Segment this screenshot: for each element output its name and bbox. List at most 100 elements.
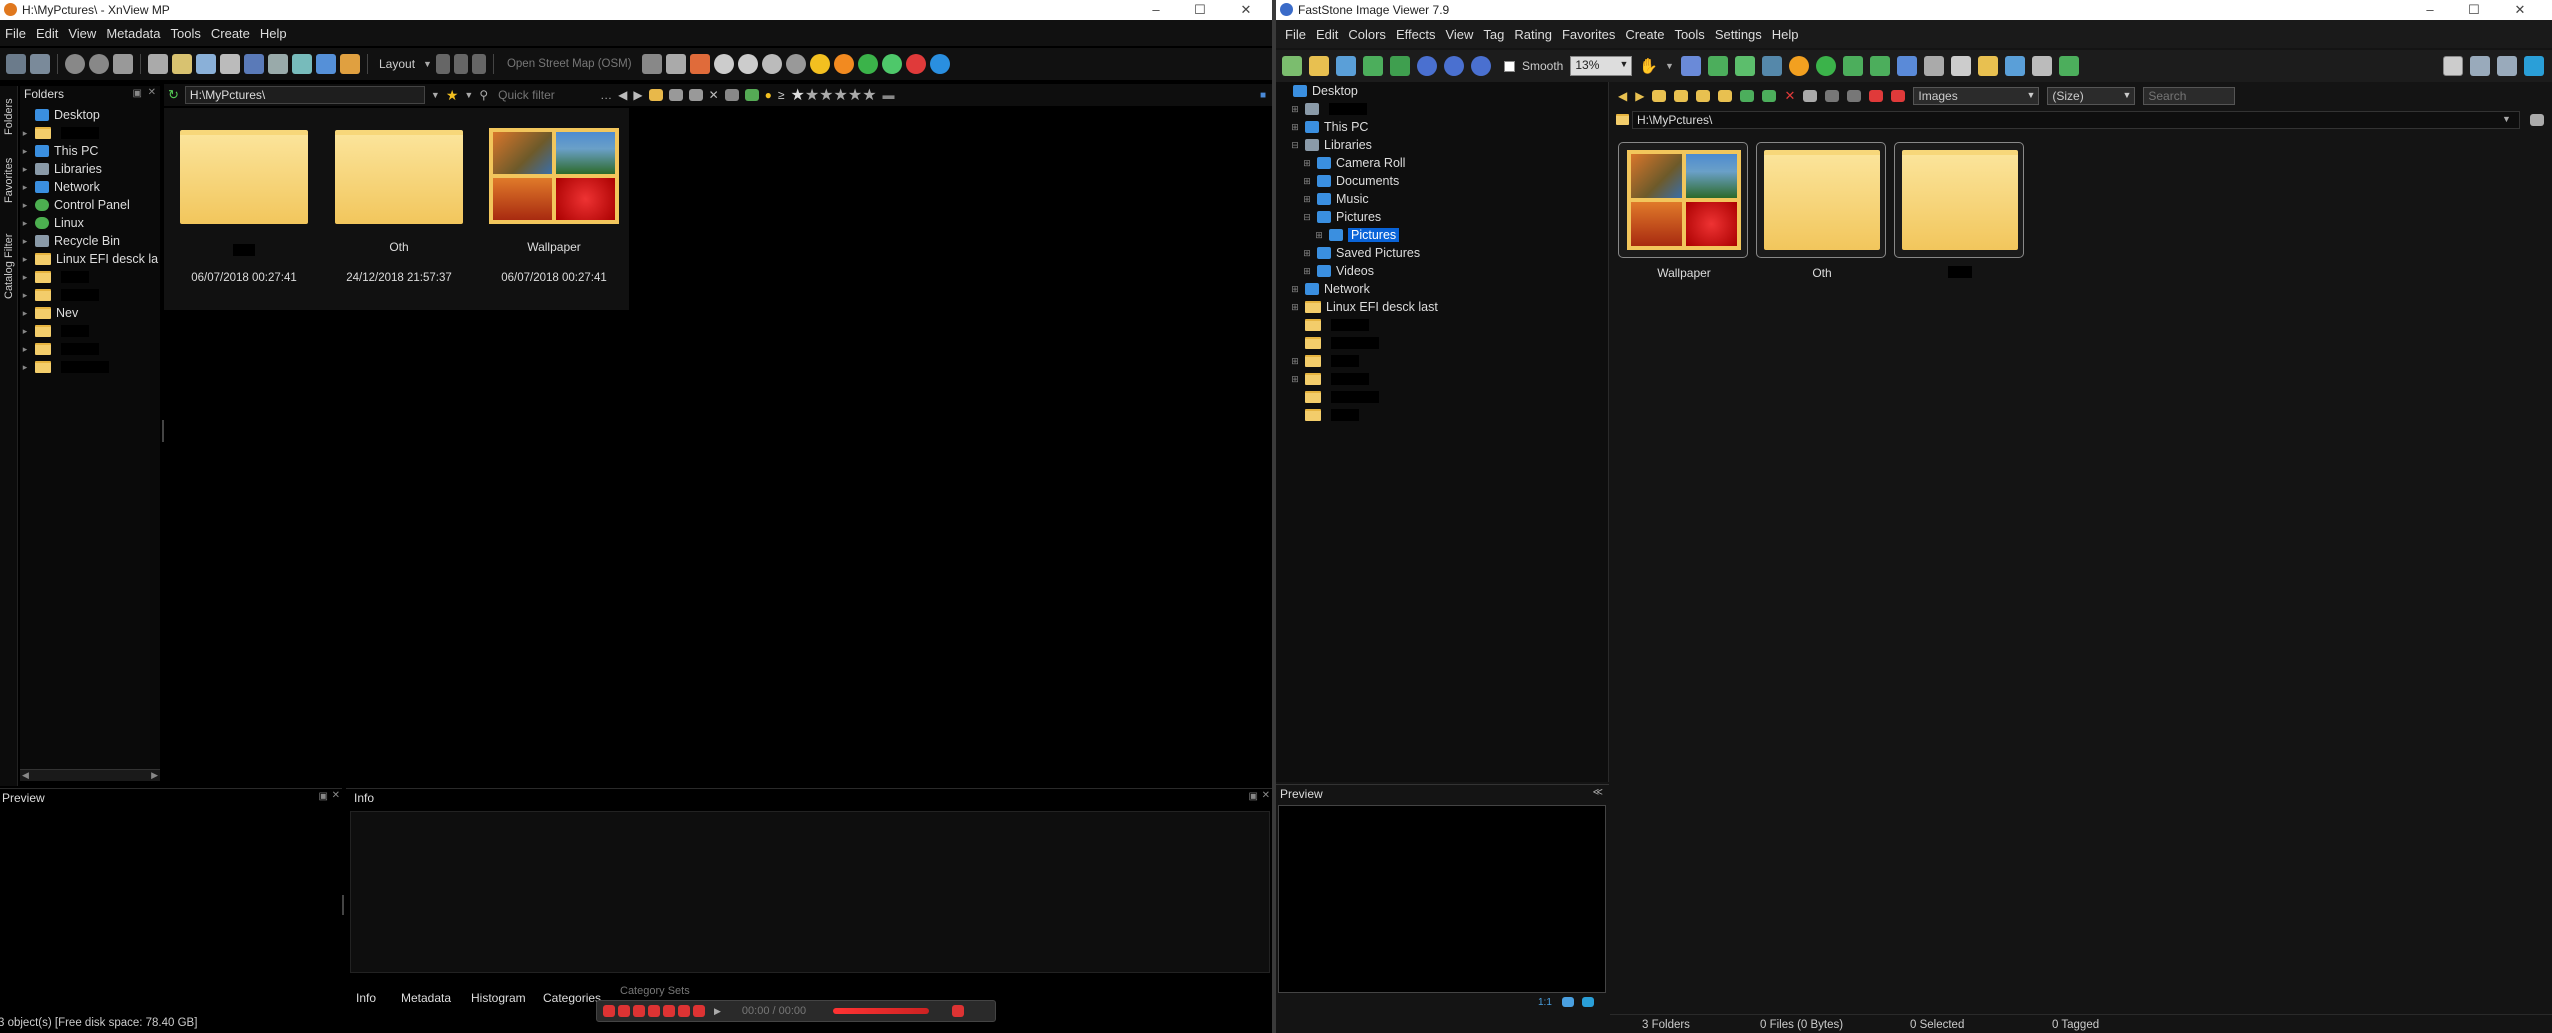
layout-3-icon[interactable]	[2497, 56, 2517, 76]
tree-item[interactable]: Desktop	[1278, 82, 1358, 100]
expand-toggle-icon[interactable]: ⊞	[1302, 248, 1312, 259]
expand-toggle-icon[interactable]: ▸	[20, 326, 30, 337]
tree-item[interactable]: ⊞ Linux EFI desck last	[1290, 298, 1438, 316]
pause-icon[interactable]	[618, 1005, 630, 1017]
thumbnail-item[interactable]: Wallpaper 06/07/2018 00:27:41	[484, 116, 624, 296]
expand-toggle-icon[interactable]: ⊞	[1290, 374, 1300, 385]
tree-item[interactable]: ⊞ Videos	[1302, 262, 1374, 280]
tag-orange-icon[interactable]	[833, 54, 854, 74]
menu-file[interactable]: File	[1280, 26, 1311, 42]
collapse-icon[interactable]: ≪	[1593, 787, 1603, 798]
horizontal-scrollbar[interactable]: ◀ ▶	[20, 769, 160, 781]
tree-item[interactable]: ▸ Linux	[20, 214, 84, 232]
menu-tools[interactable]: Tools	[166, 25, 206, 41]
tree-item[interactable]: ⊞	[1290, 370, 1369, 388]
copy-to-icon[interactable]	[1696, 90, 1711, 102]
move-icon[interactable]	[172, 54, 192, 74]
menu-help[interactable]: Help	[1767, 26, 1804, 42]
rotate-left-icon[interactable]	[1842, 56, 1863, 76]
expand-toggle-icon[interactable]: ⊞	[1290, 356, 1300, 367]
layout-2-icon[interactable]	[2470, 56, 2490, 76]
menu-tag[interactable]: Tag	[1478, 26, 1509, 42]
menu-create[interactable]: Create	[1620, 26, 1669, 42]
zoom-out-icon[interactable]	[737, 54, 758, 74]
expand-toggle-icon[interactable]: ⊞	[1290, 284, 1300, 295]
quick-filter-input[interactable]	[494, 86, 595, 104]
browse-icon[interactable]	[6, 54, 26, 74]
tag-blue-icon[interactable]	[929, 54, 950, 74]
tree-item[interactable]: ▸ Recycle Bin	[20, 232, 120, 250]
favorite-icon[interactable]	[1740, 90, 1755, 102]
tree-item[interactable]: ▸ Control Panel	[20, 196, 130, 214]
menu-edit[interactable]: Edit	[31, 25, 63, 41]
thumbnail-item[interactable]: Wallpaper	[1618, 142, 1750, 290]
compare-icon[interactable]	[1896, 56, 1917, 76]
more-icon[interactable]: …	[600, 88, 612, 102]
zoom-ratio-label[interactable]: 1:1	[1538, 997, 1552, 1008]
wallpaper-icon[interactable]	[1977, 56, 1998, 76]
zoom-fit-icon[interactable]	[761, 54, 782, 74]
sort-select[interactable]: (Size) ▼	[2047, 87, 2136, 105]
menu-rating[interactable]: Rating	[1509, 26, 1557, 42]
expand-toggle-icon[interactable]: ⊞	[1302, 158, 1312, 169]
preview-full-icon[interactable]	[1582, 997, 1594, 1007]
prev-frame-icon[interactable]	[648, 1005, 660, 1017]
light-bulb-icon[interactable]: ●	[765, 88, 772, 102]
zoom-select[interactable]: 13% ▼	[1570, 56, 1633, 76]
path-input[interactable]	[184, 86, 425, 104]
path-input[interactable]	[1632, 111, 2520, 129]
slideshow-icon[interactable]	[1923, 56, 1944, 76]
slideshow-icon[interactable]	[113, 54, 133, 74]
forward-icon[interactable]: ▶	[1635, 89, 1644, 103]
player-arrow-icon[interactable]: ▶	[714, 1006, 721, 1017]
crop-icon[interactable]	[1734, 56, 1755, 76]
open-icon[interactable]	[1309, 56, 1329, 76]
globe-icon[interactable]	[1815, 56, 1836, 76]
close-button[interactable]: ✕	[1224, 0, 1268, 20]
tree-item[interactable]: ▸ Linux EFI desck la	[20, 250, 158, 268]
tree-item[interactable]: ⊞ Saved Pictures	[1302, 244, 1420, 262]
binoculars-icon[interactable]	[196, 54, 216, 74]
thumbnail-item[interactable]	[1894, 142, 2026, 290]
expand-toggle-icon[interactable]: ▸	[20, 362, 30, 373]
delete-icon[interactable]: ✕	[1784, 88, 1795, 104]
fit-icon[interactable]	[1680, 56, 1701, 76]
next-frame-icon[interactable]	[663, 1005, 675, 1017]
tree-item[interactable]	[1290, 334, 1379, 352]
menu-help[interactable]: Help	[255, 25, 292, 41]
capture-icon[interactable]	[678, 1005, 690, 1017]
tag-yellow-icon[interactable]	[809, 54, 830, 74]
faststone-titlebar[interactable]: FastStone Image Viewer 7.9 – ☐ ✕	[1276, 0, 2552, 20]
adjust-icon[interactable]	[1761, 56, 1782, 76]
maximize-button[interactable]: ☐	[1178, 0, 1222, 20]
move-to-icon[interactable]	[668, 89, 683, 101]
detail-view-icon[interactable]	[1847, 90, 1862, 102]
list-view-icon[interactable]	[1825, 90, 1840, 102]
menu-tools[interactable]: Tools	[1669, 26, 1709, 42]
panel-pin-icon[interactable]: ■	[1260, 90, 1266, 101]
tree-item[interactable]	[1290, 406, 1359, 424]
browse-icon[interactable]	[1282, 56, 1302, 76]
panel-float-icon[interactable]: ▣	[319, 791, 328, 802]
back-icon[interactable]: ◀	[1618, 89, 1627, 103]
panel-close-icon[interactable]: ✕	[1262, 790, 1270, 801]
chevron-down-icon[interactable]: ▼	[464, 90, 473, 100]
filter-icon[interactable]	[744, 89, 759, 101]
menu-file[interactable]: File	[0, 25, 31, 41]
tag-lime-icon[interactable]	[881, 54, 902, 74]
expand-toggle-icon[interactable]: ▸	[20, 164, 30, 175]
screen-capture-icon[interactable]	[2058, 56, 2079, 76]
tree-item[interactable]: ▸ Libraries	[20, 160, 102, 178]
sort-icon[interactable]	[471, 54, 486, 74]
tree-item[interactable]: ▸	[20, 124, 99, 142]
expand-toggle-icon[interactable]: ⊞	[1314, 230, 1324, 241]
tag-icon[interactable]	[1869, 90, 1884, 102]
side-tab-folders[interactable]: Folders	[3, 89, 15, 135]
tab-histogram[interactable]: Histogram	[471, 991, 526, 1005]
panel-float-icon[interactable]: ▣	[133, 88, 142, 99]
close-button[interactable]: ✕	[2498, 0, 2542, 20]
menu-metadata[interactable]: Metadata	[101, 25, 165, 41]
path-dropdown-icon[interactable]: ▼	[2502, 114, 2511, 124]
fullscreen-icon[interactable]	[2524, 56, 2544, 76]
search-input[interactable]	[2143, 87, 2236, 105]
